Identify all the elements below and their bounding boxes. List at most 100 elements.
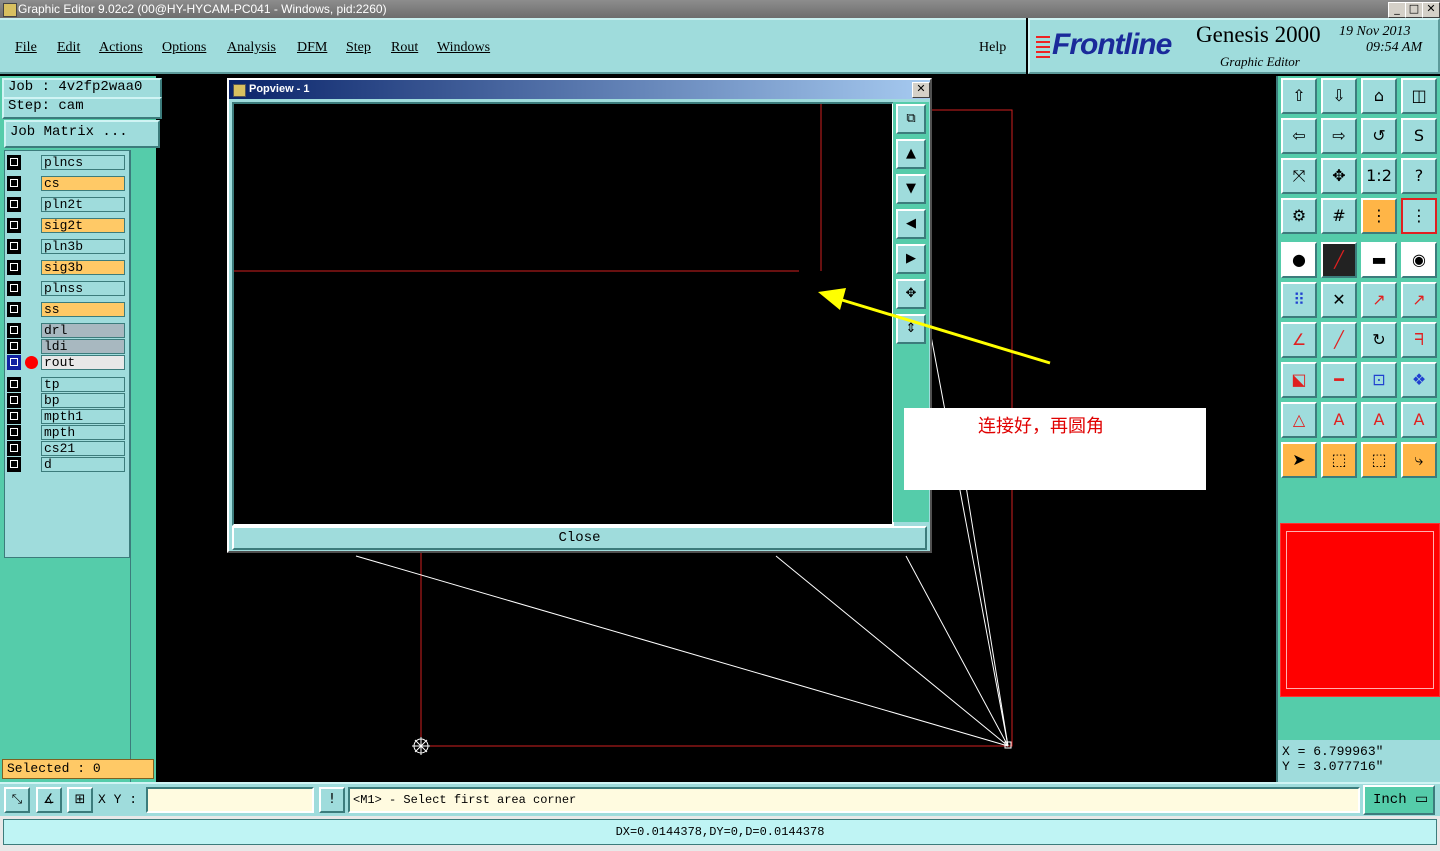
layer-checkbox[interactable] [7, 441, 21, 456]
layer-checkbox[interactable] [7, 323, 21, 338]
layer-checkbox[interactable] [7, 457, 21, 472]
popview-pan-up-icon[interactable]: ▲ [896, 139, 926, 169]
shapes-icon[interactable]: ❖ [1401, 362, 1437, 398]
popview-zoom-window-icon[interactable]: ⧉ [896, 104, 926, 134]
layer-checkbox[interactable] [7, 197, 21, 212]
popview-pan-left-icon[interactable]: ◀ [896, 209, 926, 239]
popview-pan-right-icon[interactable]: ▶ [896, 244, 926, 274]
menu-dfm[interactable]: DFM [297, 40, 327, 56]
layer-checkbox[interactable] [7, 425, 21, 440]
select-box-alt-icon[interactable]: ⬚ [1361, 442, 1397, 478]
layer-checkbox[interactable] [7, 393, 21, 408]
layer-row-ss[interactable]: ss [7, 302, 125, 317]
job-matrix-button[interactable]: Job Matrix ... [4, 120, 160, 148]
menu-analysis[interactable]: Analysis [227, 40, 276, 56]
layer-checkbox[interactable] [7, 176, 21, 191]
arc-triangle-icon[interactable]: A [1321, 402, 1357, 438]
layer-row-sig3b[interactable]: sig3b [7, 260, 125, 275]
pan-left-icon[interactable]: ⇦ [1281, 118, 1317, 154]
menu-actions[interactable]: Actions [99, 40, 143, 56]
scale-1-2-icon[interactable]: 1:2 [1361, 158, 1397, 194]
layer-row-mpth1[interactable]: mpth1 [7, 409, 125, 424]
pan-right-icon[interactable]: ⇨ [1321, 118, 1357, 154]
menu-rout[interactable]: Rout [391, 40, 418, 56]
maximize-button[interactable]: □ [1405, 2, 1423, 18]
pad-add-icon[interactable]: ● [1281, 242, 1317, 278]
layer-display-icon[interactable]: ⋮ [1361, 198, 1397, 234]
layer-checkbox[interactable] [7, 260, 21, 275]
layer-row-bp[interactable]: bp [7, 393, 125, 408]
popview-close-button[interactable]: Close [232, 526, 927, 550]
popview-canvas[interactable] [232, 102, 894, 526]
layer-row-drl[interactable]: drl [7, 323, 125, 338]
layer-row-ldi[interactable]: ldi [7, 339, 125, 354]
layer-checkbox[interactable] [7, 339, 21, 354]
layer-row-mpth[interactable]: mpth [7, 425, 125, 440]
layer-row-pln3b[interactable]: pln3b [7, 239, 125, 254]
layer-row-pln2t[interactable]: pln2t [7, 197, 125, 212]
layer-row-plnss[interactable]: plnss [7, 281, 125, 296]
move-node-icon[interactable]: ↗ [1361, 282, 1397, 318]
grid-icon[interactable]: # [1321, 198, 1357, 234]
fillet-icon[interactable]: ᖷ [1401, 322, 1437, 358]
redraw-icon[interactable]: S [1401, 118, 1437, 154]
layer-checkbox[interactable] [7, 409, 21, 424]
pad-node-icon[interactable]: ⬕ [1281, 362, 1317, 398]
connect-nodes-icon[interactable]: ⠿ [1281, 282, 1317, 318]
slash-line-icon[interactable]: ╱ [1321, 322, 1357, 358]
layer-row-d[interactable]: d [7, 457, 125, 472]
zoom-down-icon[interactable]: ⇩ [1321, 78, 1357, 114]
surface-add-icon[interactable]: ◉ [1401, 242, 1437, 278]
zoom-center-icon[interactable]: ✥ [1321, 158, 1357, 194]
tools-icon[interactable]: ⚙ [1281, 198, 1317, 234]
arc-shape-icon[interactable]: A [1361, 402, 1397, 438]
menu-help[interactable]: Help [979, 40, 1006, 56]
ruler-icon[interactable]: ▬ [1361, 242, 1397, 278]
measure-icon[interactable]: ⊡ [1361, 362, 1397, 398]
popview-pan-down-icon[interactable]: ▼ [896, 174, 926, 204]
select-box-icon[interactable]: ⬚ [1321, 442, 1357, 478]
zoom-fit-icon[interactable]: ⤧ [1281, 158, 1317, 194]
home-icon[interactable]: ⌂ [1361, 78, 1397, 114]
menu-file[interactable]: File [15, 40, 37, 56]
layer-list-scrollbar[interactable] [130, 150, 155, 830]
layer-features-icon[interactable]: ⋮ [1401, 198, 1437, 234]
menu-edit[interactable]: Edit [57, 40, 80, 56]
layer-row-plncs[interactable]: plncs [7, 155, 125, 170]
layer-checkbox[interactable] [7, 281, 21, 296]
layer-checkbox[interactable] [7, 155, 21, 170]
layer-checkbox[interactable] [7, 302, 21, 317]
layer-checkbox[interactable] [7, 239, 21, 254]
select-pointer-icon[interactable]: ➤ [1281, 442, 1317, 478]
overview-preview[interactable] [1280, 523, 1440, 697]
layer-row-rout[interactable]: rout [7, 355, 125, 370]
close-window-button[interactable]: ✕ [1422, 2, 1440, 18]
layer-checkbox[interactable] [7, 377, 21, 392]
cross-node-icon[interactable]: ✕ [1321, 282, 1357, 318]
triangle-icon[interactable]: △ [1281, 402, 1317, 438]
layer-checkbox[interactable] [7, 355, 21, 370]
menu-windows[interactable]: Windows [437, 40, 490, 56]
line-add-icon[interactable]: ╱ [1321, 242, 1357, 278]
layer-row-cs21[interactable]: cs21 [7, 441, 125, 456]
node-edit-icon[interactable]: ↗ [1401, 282, 1437, 318]
zoom-up-icon[interactable]: ⇧ [1281, 78, 1317, 114]
layer-row-tp[interactable]: tp [7, 377, 125, 392]
popview-close-icon[interactable]: ✕ [912, 82, 930, 98]
arc-mirror-icon[interactable]: A [1401, 402, 1437, 438]
angle-icon[interactable]: ∠ [1281, 322, 1317, 358]
layer-row-sig2t[interactable]: sig2t [7, 218, 125, 233]
undo-view-icon[interactable]: ↺ [1361, 118, 1397, 154]
unit-selector[interactable]: Inch ▭ [1363, 785, 1435, 815]
arc-icon[interactable]: ↻ [1361, 322, 1397, 358]
select-path-icon[interactable]: ⤷ [1401, 442, 1437, 478]
exclamation-button[interactable]: ! [319, 787, 345, 813]
popview-title-bar[interactable]: Popview - 1 [229, 80, 930, 99]
window-layout-icon[interactable]: ◫ [1401, 78, 1437, 114]
break-line-icon[interactable]: ━ [1321, 362, 1357, 398]
menu-options[interactable]: Options [162, 40, 206, 56]
xy-input[interactable] [146, 787, 314, 813]
help-icon[interactable]: ? [1401, 158, 1437, 194]
snap-icon[interactable]: ⤡ [4, 787, 30, 813]
minimize-button[interactable]: _ [1388, 2, 1406, 18]
